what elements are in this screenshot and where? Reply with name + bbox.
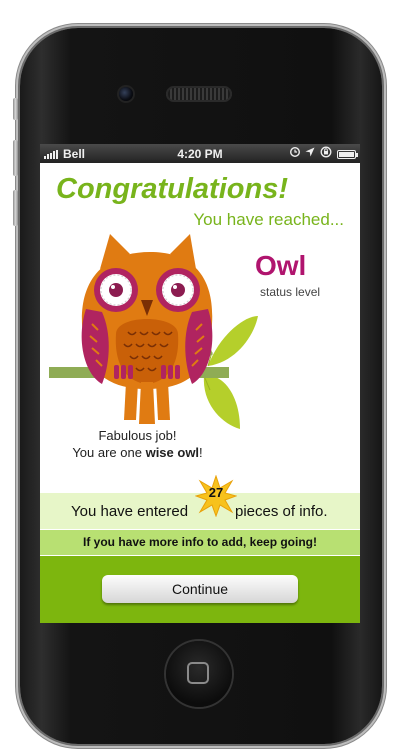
- app-screen: Bell 4:20 PM Congratulations! You have r…: [40, 144, 360, 623]
- info-count-band: You have entered 27 pieces of info.: [40, 475, 360, 529]
- clock-icon: [289, 146, 301, 161]
- status-bar: Bell 4:20 PM: [40, 144, 360, 163]
- info-prefix-text: You have entered: [71, 503, 189, 520]
- location-arrow-icon: [305, 147, 315, 161]
- wise-owl-emphasis: wise owl: [145, 445, 200, 460]
- home-square-icon: [187, 662, 209, 684]
- info-suffix-text: pieces of info.: [235, 503, 328, 520]
- page-title: Congratulations!: [56, 173, 288, 205]
- volume-up-button: [13, 140, 18, 176]
- praise-message: Fabulous job! You are one wise owl!: [40, 427, 235, 461]
- home-button-icon[interactable]: [166, 641, 232, 707]
- owl-illustration: [49, 234, 258, 429]
- continue-button[interactable]: Continue: [102, 575, 298, 603]
- mute-switch: [13, 98, 18, 120]
- praise-line-2: You are one wise owl!: [72, 445, 203, 460]
- battery-icon: [337, 149, 358, 159]
- volume-down-button: [13, 190, 18, 226]
- rotation-lock-icon: [320, 146, 332, 162]
- front-camera: [119, 87, 133, 101]
- praise-line-1: Fabulous job!: [98, 428, 177, 443]
- keep-going-message: If you have more info to add, keep going…: [40, 530, 360, 555]
- action-band: Continue: [40, 556, 360, 623]
- info-count-badge: 27: [208, 485, 224, 500]
- earpiece-speaker: [166, 86, 232, 102]
